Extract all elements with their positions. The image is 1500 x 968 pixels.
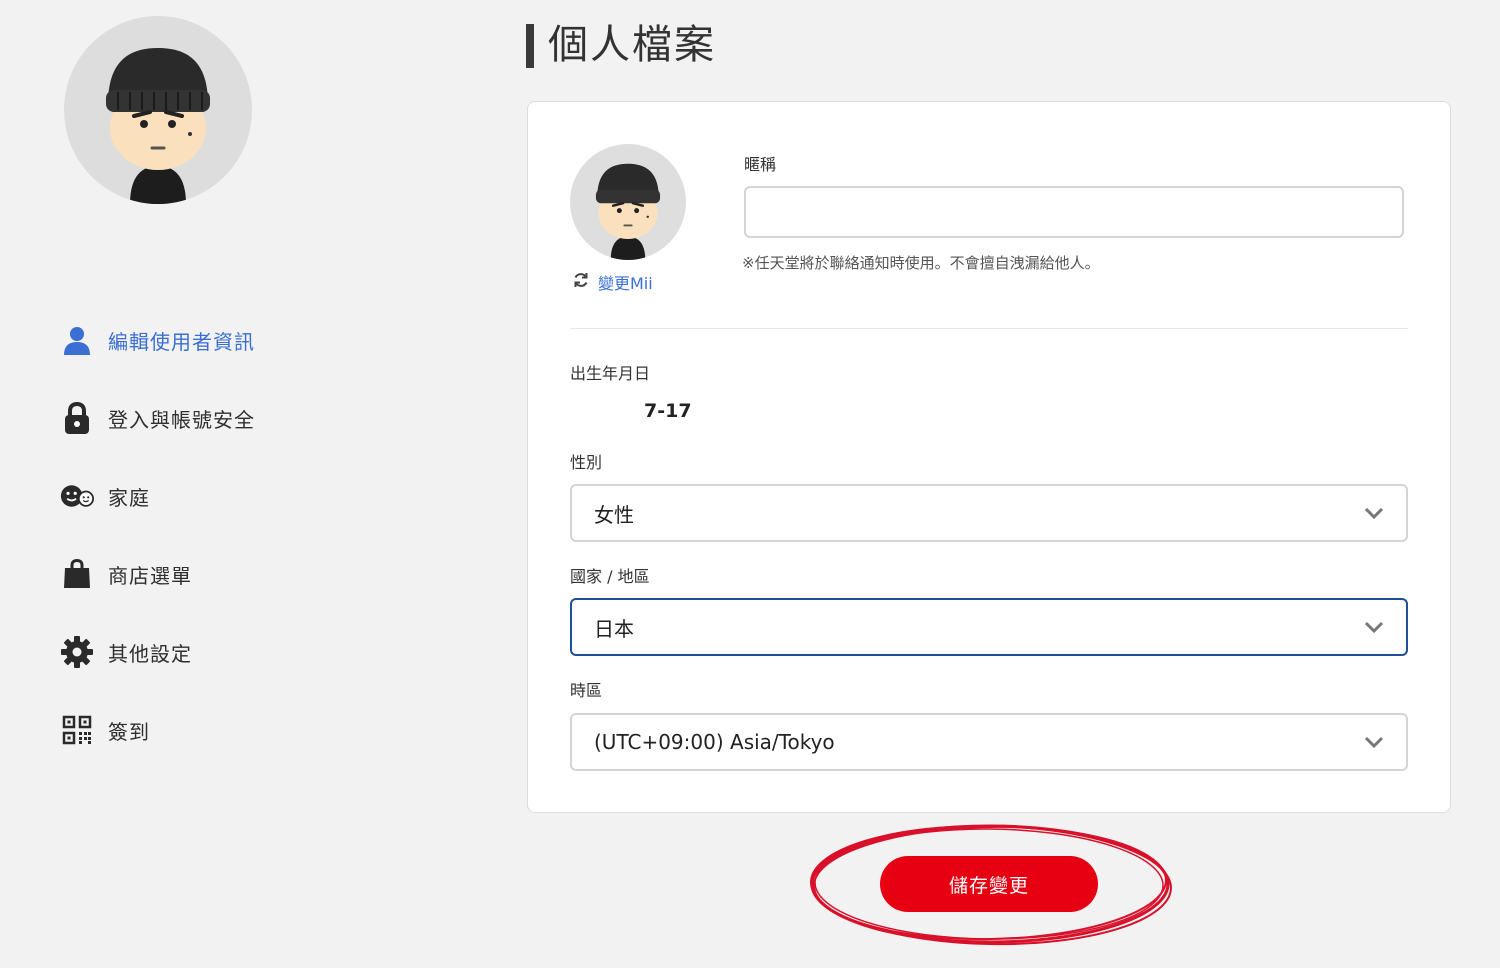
title-accent-bar <box>526 24 534 68</box>
sidebar-item-other-settings[interactable]: 其他設定 <box>60 630 350 674</box>
sidebar-item-check-in[interactable]: 簽到 <box>60 708 350 752</box>
chevron-down-icon <box>1364 504 1384 523</box>
gender-select[interactable]: 女性 <box>570 484 1408 542</box>
family-icon <box>60 479 94 513</box>
timezone-value: (UTC+09:00) Asia/Tokyo <box>594 730 835 754</box>
save-changes-button[interactable]: 儲存變更 <box>880 856 1098 912</box>
section-divider <box>570 328 1408 329</box>
sidebar-item-label: 編輯使用者資訊 <box>108 329 255 354</box>
change-mii-button[interactable]: 變更Mii <box>572 270 653 294</box>
timezone-select[interactable]: (UTC+09:00) Asia/Tokyo <box>570 713 1408 771</box>
change-mii-label: 變更Mii <box>598 274 653 293</box>
birthday-value: 7-17 <box>644 400 692 422</box>
refresh-icon <box>572 271 590 293</box>
gender-value: 女性 <box>594 502 634 527</box>
sidebar-item-label: 家庭 <box>108 485 150 510</box>
country-select[interactable]: 日本 <box>570 598 1408 656</box>
gear-icon <box>60 635 94 669</box>
sidebar-item-login-security[interactable]: 登入與帳號安全 <box>60 396 350 440</box>
gender-label: 性別 <box>570 453 603 472</box>
sidebar-item-family[interactable]: 家庭 <box>60 474 350 518</box>
profile-avatar <box>64 16 252 204</box>
nickname-note: ※任天堂將於聯絡通知時使用。不會擅自洩漏給他人。 <box>742 254 1100 272</box>
qr-code-icon <box>60 713 94 747</box>
sidebar-item-label: 商店選單 <box>108 563 192 588</box>
chevron-down-icon <box>1364 618 1384 637</box>
shopping-bag-icon <box>60 557 94 591</box>
sidebar-item-edit-user-info[interactable]: 編輯使用者資訊 <box>60 318 350 362</box>
sidebar-item-label: 登入與帳號安全 <box>108 407 255 432</box>
lock-icon <box>60 401 94 435</box>
mii-avatar <box>570 144 686 260</box>
sidebar-item-shop-menu[interactable]: 商店選單 <box>60 552 350 596</box>
profile-card: 變更Mii 暱稱 ※任天堂將於聯絡通知時使用。不會擅自洩漏給他人。 出生年月日 … <box>527 101 1451 813</box>
chevron-down-icon <box>1364 733 1384 752</box>
nickname-label: 暱稱 <box>744 155 777 174</box>
country-label: 國家 / 地區 <box>570 567 650 586</box>
sidebar-item-label: 其他設定 <box>108 641 192 666</box>
nickname-input[interactable] <box>744 186 1404 238</box>
country-value: 日本 <box>594 616 634 641</box>
birthday-label: 出生年月日 <box>570 364 651 383</box>
page-title: 個人檔案 <box>548 22 716 68</box>
timezone-label: 時區 <box>570 681 603 700</box>
user-icon <box>60 323 94 357</box>
sidebar-item-label: 簽到 <box>108 719 150 744</box>
